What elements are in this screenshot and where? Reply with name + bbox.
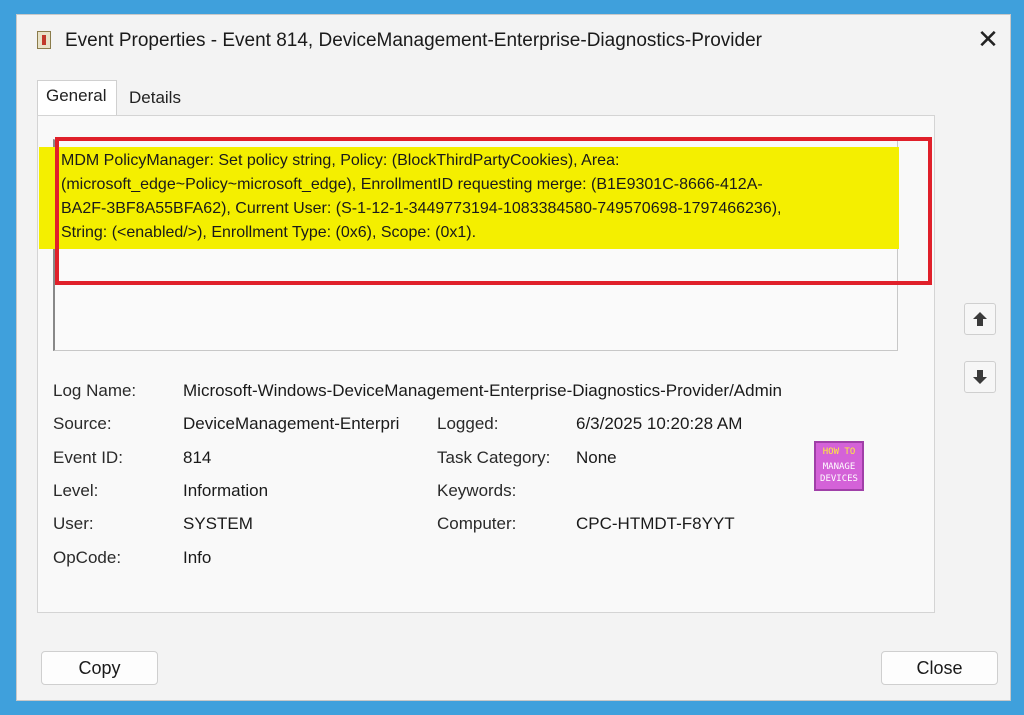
event-properties-window: Event Properties - Event 814, DeviceMana…: [16, 14, 1011, 701]
task-category-label: Task Category:: [437, 448, 551, 467]
task-category-value: None: [576, 448, 617, 467]
logged-label: Logged:: [437, 414, 499, 433]
next-event-button[interactable]: [964, 361, 996, 393]
tab-general[interactable]: General: [37, 80, 117, 116]
howto-manage-devices-logo: HOW TO MANAGE DEVICES: [814, 441, 864, 491]
user-value: SYSTEM: [183, 514, 253, 533]
event-id-value: 814: [183, 448, 212, 467]
computer-value: CPC-HTMDT-F8YYT: [576, 514, 735, 533]
opcode-label: OpCode:: [53, 548, 122, 567]
source-label: Source:: [53, 414, 112, 433]
window-title: Event Properties - Event 814, DeviceMana…: [65, 30, 762, 51]
level-label: Level:: [53, 481, 99, 500]
level-value: Information: [183, 481, 269, 500]
opcode-value: Info: [183, 548, 212, 567]
previous-event-button[interactable]: [964, 303, 996, 335]
log-name-label: Log Name:: [53, 381, 137, 400]
keywords-label: Keywords:: [437, 481, 517, 500]
arrow-down-icon: [973, 370, 987, 384]
title-bar: Event Properties - Event 814, DeviceMana…: [17, 15, 1010, 65]
computer-label: Computer:: [437, 514, 517, 533]
source-value: DeviceManagement-Enterpri: [183, 414, 400, 433]
event-id-label: Event ID:: [53, 448, 123, 467]
event-log-icon: [37, 31, 51, 49]
logged-value: 6/3/2025 10:20:28 AM: [576, 414, 743, 433]
copy-button[interactable]: Copy: [41, 651, 158, 685]
user-label: User:: [53, 514, 94, 533]
log-name-value: Microsoft-Windows-DeviceManagement-Enter…: [183, 381, 782, 400]
tab-details[interactable]: Details: [121, 83, 197, 115]
annotation-red-box: [55, 137, 932, 285]
close-icon[interactable]: ✕: [974, 25, 1002, 53]
arrow-up-icon: [973, 312, 987, 326]
close-button[interactable]: Close: [881, 651, 998, 685]
